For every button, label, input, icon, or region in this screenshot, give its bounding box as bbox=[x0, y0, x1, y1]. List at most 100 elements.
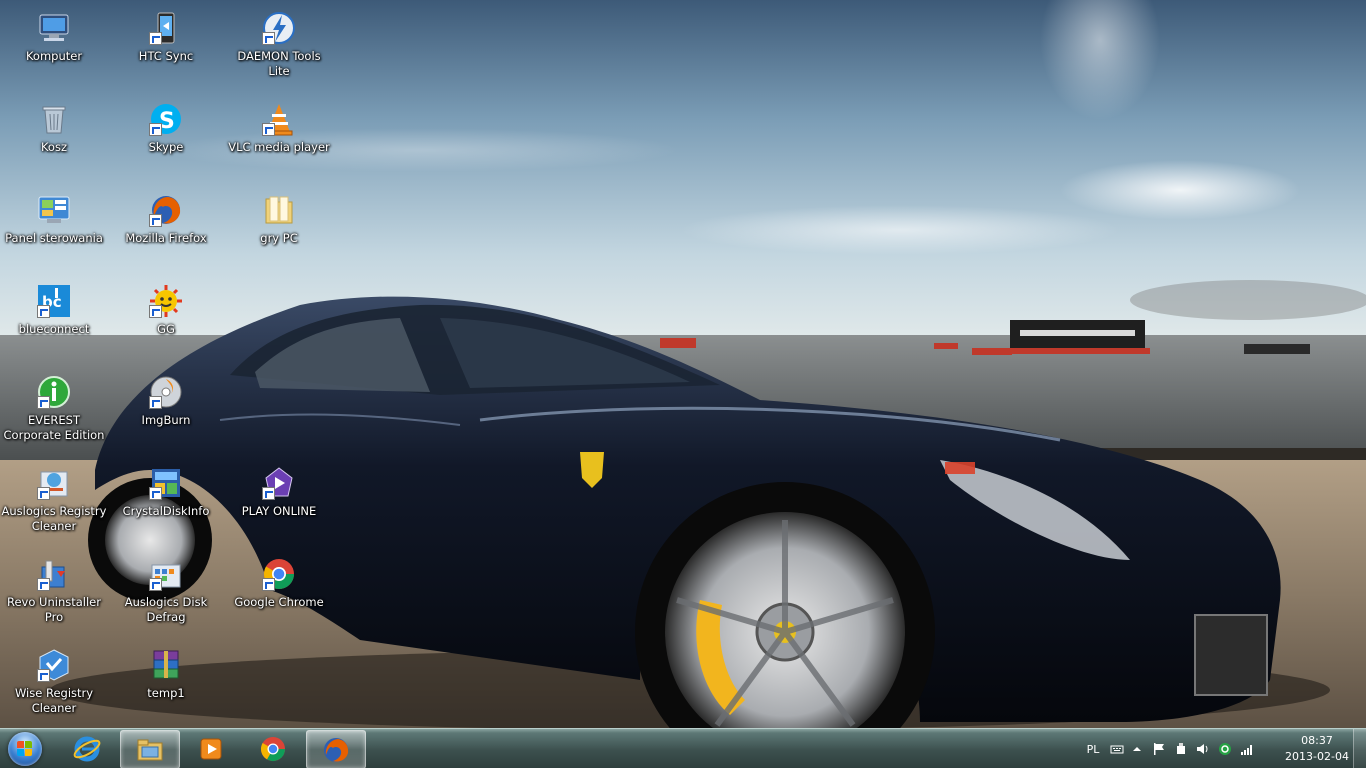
shortcut-arrow-icon bbox=[149, 214, 162, 227]
desktop-icon-imgburn[interactable]: ImgBurn bbox=[111, 370, 221, 458]
daemon-tools-icon bbox=[262, 11, 296, 45]
shortcut-arrow-icon bbox=[37, 487, 50, 500]
shortcut-arrow-icon bbox=[262, 578, 275, 591]
computer-icon bbox=[37, 11, 71, 45]
desktop-icon-label: Mozilla Firefox bbox=[125, 231, 207, 245]
desktop-icon-kosz[interactable]: Kosz bbox=[0, 97, 109, 185]
desktop-icon-wise-registry-cleaner[interactable]: Wise Registry Cleaner bbox=[0, 643, 109, 731]
show-hidden-icons-arrow[interactable] bbox=[1130, 741, 1144, 757]
desktop-icon-crystaldiskinfo[interactable]: CrystalDiskInfo bbox=[111, 461, 221, 549]
desktop-icon-htc-sync[interactable]: HTC Sync bbox=[111, 6, 221, 94]
desktop-icon-vlc-media-player[interactable]: VLC media player bbox=[224, 97, 334, 185]
desktop-icon-gg[interactable]: GG bbox=[111, 279, 221, 367]
folder-icon bbox=[262, 193, 296, 227]
desktop-icon-komputer[interactable]: Komputer bbox=[0, 6, 109, 94]
language-indicator[interactable]: PL bbox=[1084, 741, 1102, 757]
desktop-icon-label: PLAY ONLINE bbox=[241, 504, 317, 518]
desktop-icon-daemon-tools-lite[interactable]: DAEMON Tools Lite bbox=[224, 6, 334, 94]
desktop-icon-label: DAEMON Tools Lite bbox=[237, 49, 321, 78]
desktop-icon-skype[interactable]: S Skype bbox=[111, 97, 221, 185]
desktop-icon-label: Kosz bbox=[40, 140, 68, 154]
desktop-icon-gry-pc[interactable]: gry PC bbox=[224, 188, 334, 276]
chrome-icon bbox=[260, 736, 285, 761]
desktop-icon-label: Skype bbox=[148, 140, 184, 154]
desktop-icon-label: gry PC bbox=[260, 231, 298, 245]
volume-icon[interactable] bbox=[1194, 741, 1212, 757]
clock[interactable]: 08:37 2013-02-04 bbox=[1284, 733, 1350, 765]
desktop-icon-label: CrystalDiskInfo bbox=[122, 504, 210, 518]
shortcut-arrow-icon bbox=[262, 123, 275, 136]
clock-date: 2013-02-04 bbox=[1285, 750, 1349, 763]
desktop-icon-label: Revo Uninstaller Pro bbox=[7, 595, 101, 624]
desktop: Komputer Kosz Panel sterowania bc blueconnec… bbox=[0, 0, 1366, 728]
shortcut-arrow-icon bbox=[37, 669, 50, 682]
desktop-icon-label: VLC media player bbox=[228, 140, 330, 154]
htc-sync-icon bbox=[149, 11, 183, 45]
shortcut-arrow-icon bbox=[149, 305, 162, 318]
wifi-signal-icon[interactable] bbox=[1238, 741, 1256, 757]
recycle-bin-icon bbox=[37, 102, 71, 136]
usb-device-icon[interactable] bbox=[1172, 741, 1190, 757]
network-status-icon[interactable] bbox=[1216, 741, 1234, 757]
folder-library-icon bbox=[137, 739, 163, 760]
desktop-icon-revo-uninstaller-pro[interactable]: Revo Uninstaller Pro bbox=[0, 552, 109, 640]
media-player-icon bbox=[200, 738, 222, 759]
taskbar-mozilla-firefox[interactable] bbox=[306, 730, 366, 769]
taskbar-google-chrome[interactable] bbox=[244, 730, 302, 767]
play-online-icon bbox=[262, 466, 296, 500]
desktop-icon-label: EVEREST Corporate Edition bbox=[3, 413, 105, 442]
taskbar-windows-explorer[interactable] bbox=[120, 730, 180, 769]
crystaldiskinfo-icon bbox=[149, 466, 183, 500]
keyboard-icon[interactable] bbox=[1108, 741, 1126, 757]
control-panel-icon bbox=[37, 193, 71, 227]
auslogics-registry-icon bbox=[37, 466, 71, 500]
desktop-icon-mozilla-firefox[interactable]: Mozilla Firefox bbox=[111, 188, 221, 276]
blueconnect-icon: bc bbox=[37, 284, 71, 318]
desktop-icon-auslogics-registry-cleaner[interactable]: Auslogics Registry Cleaner bbox=[0, 461, 109, 549]
winrar-archive-icon bbox=[149, 648, 183, 682]
taskbar-media-player[interactable] bbox=[182, 730, 240, 767]
firefox-icon bbox=[324, 737, 349, 762]
start-button[interactable] bbox=[2, 729, 48, 769]
desktop-icon-panel-sterowania[interactable]: Panel sterowania bbox=[0, 188, 109, 276]
auslogics-defrag-icon bbox=[149, 557, 183, 591]
desktop-icon-label: GG bbox=[157, 322, 175, 336]
shortcut-arrow-icon bbox=[37, 305, 50, 318]
vlc-icon bbox=[262, 102, 296, 136]
desktop-icon-play-online[interactable]: PLAY ONLINE bbox=[224, 461, 334, 549]
desktop-icon-label: temp1 bbox=[147, 686, 185, 700]
desktop-icon-temp1[interactable]: temp1 bbox=[111, 643, 221, 731]
desktop-icon-label: Wise Registry Cleaner bbox=[14, 686, 94, 715]
desktop-icon-google-chrome[interactable]: Google Chrome bbox=[224, 552, 334, 640]
desktop-icon-label: Komputer bbox=[25, 49, 83, 63]
desktop-icon-auslogics-disk-defrag[interactable]: Auslogics Disk Defrag bbox=[111, 552, 221, 640]
firefox-icon bbox=[149, 193, 183, 227]
desktop-icon-blueconnect[interactable]: bc blueconnect bbox=[0, 279, 109, 367]
shortcut-arrow-icon bbox=[37, 396, 50, 409]
desktop-icon-label: Panel sterowania bbox=[5, 231, 103, 245]
chrome-icon bbox=[262, 557, 296, 591]
clock-time: 08:37 bbox=[1301, 734, 1333, 747]
system-tray: PL 08:37 2013-02-04 bbox=[1066, 729, 1366, 769]
imgburn-icon bbox=[149, 375, 183, 409]
desktop-icon-everest-corporate-edition[interactable]: EVEREST Corporate Edition bbox=[0, 370, 109, 458]
shortcut-arrow-icon bbox=[262, 32, 275, 45]
show-desktop-button[interactable] bbox=[1353, 729, 1366, 769]
desktop-icon-label: Auslogics Disk Defrag bbox=[124, 595, 208, 624]
desktop-icon-label: blueconnect bbox=[18, 322, 90, 336]
skype-icon: S bbox=[149, 102, 183, 136]
action-center-flag-icon[interactable] bbox=[1150, 741, 1168, 757]
shortcut-arrow-icon bbox=[37, 578, 50, 591]
language-label: PL bbox=[1086, 742, 1100, 756]
taskbar-internet-explorer[interactable] bbox=[58, 730, 116, 767]
shortcut-arrow-icon bbox=[149, 578, 162, 591]
desktop-icon-label: Auslogics Registry Cleaner bbox=[1, 504, 107, 533]
shortcut-arrow-icon bbox=[149, 123, 162, 136]
wise-registry-icon bbox=[37, 648, 71, 682]
shortcut-arrow-icon bbox=[149, 396, 162, 409]
shortcut-arrow-icon bbox=[149, 32, 162, 45]
desktop-icon-label: ImgBurn bbox=[141, 413, 191, 427]
everest-icon bbox=[37, 375, 71, 409]
desktop-icon-label: Google Chrome bbox=[234, 595, 324, 609]
shortcut-arrow-icon bbox=[149, 487, 162, 500]
